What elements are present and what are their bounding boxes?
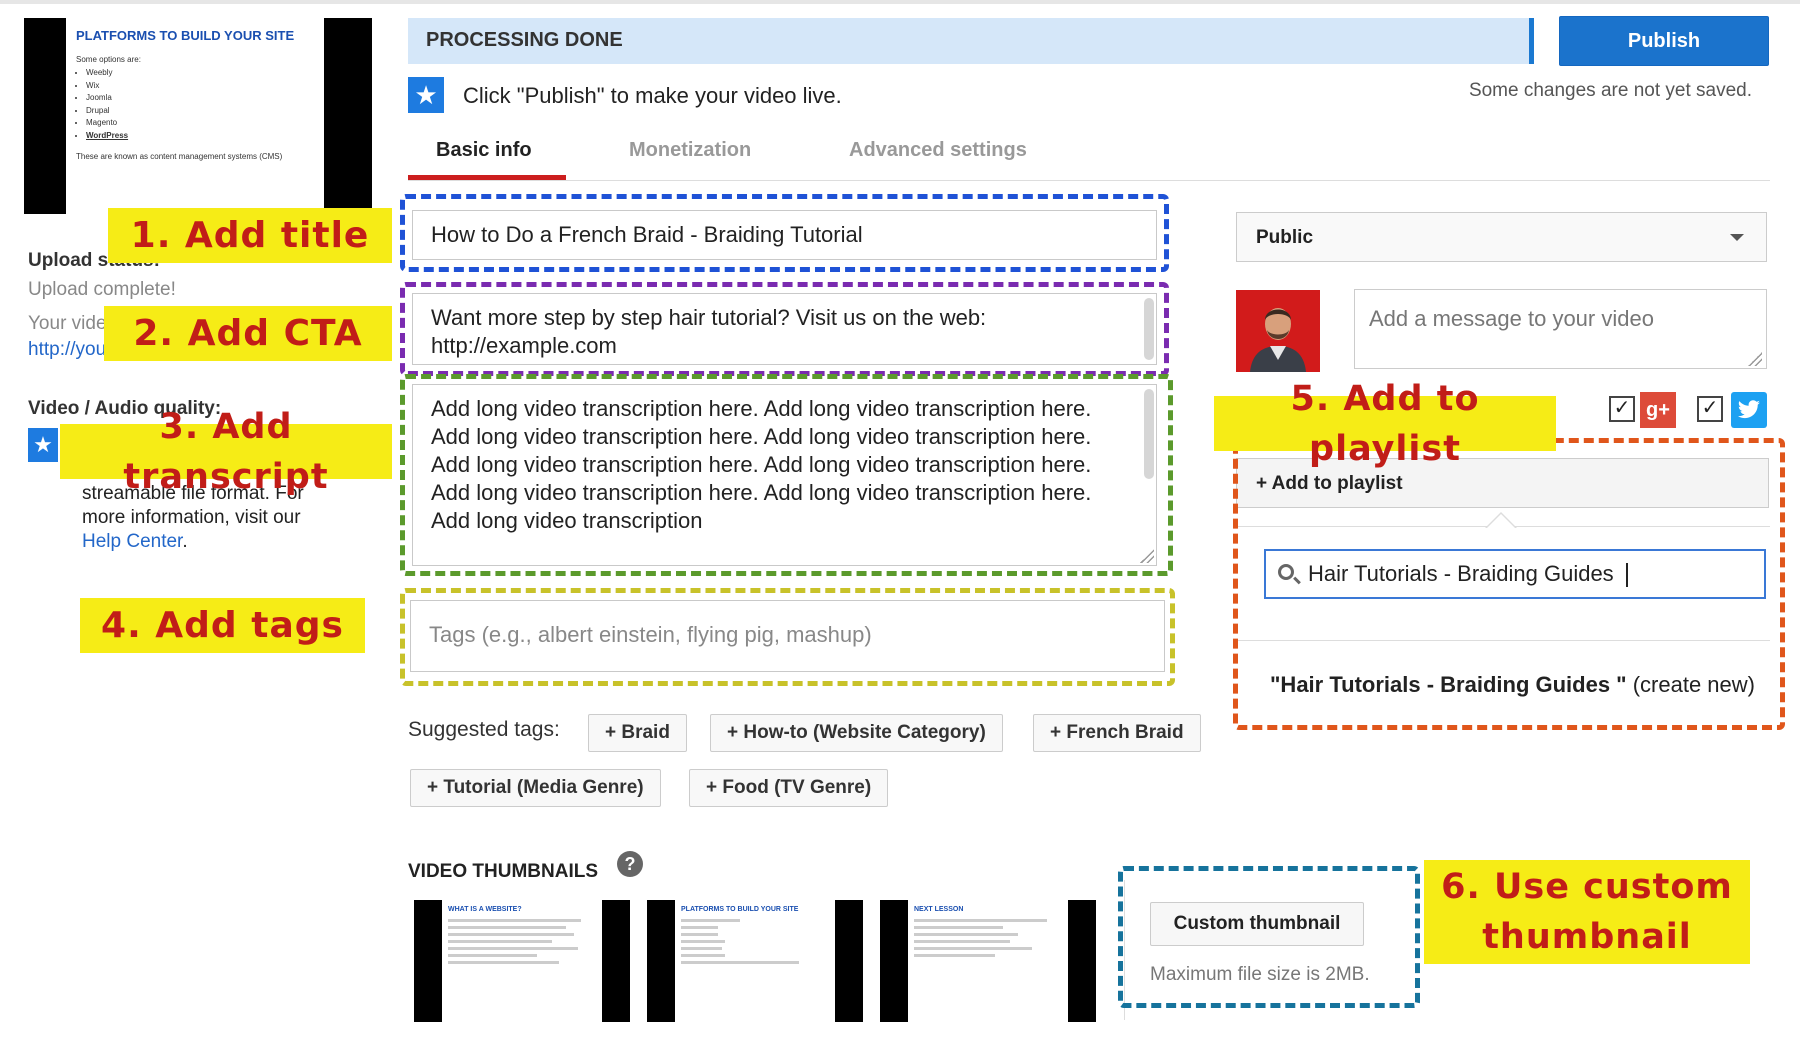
gplus-share-checkbox[interactable]: ✓ <box>1609 396 1635 422</box>
publish-hint: Click "Publish" to make your video live. <box>463 83 842 108</box>
help-center-link[interactable]: Help Center <box>82 531 182 552</box>
suggested-tag-button[interactable]: + Food (TV Genre) <box>689 769 889 807</box>
thumbnail-title: WHAT IS A WEBSITE? <box>448 906 522 913</box>
callout-add-to-playlist: 5. Add to playlist <box>1214 379 1556 469</box>
thumbnail-title: PLATFORMS TO BUILD YOUR SITE <box>681 906 799 913</box>
slide-list-item: Wix <box>86 80 314 93</box>
suggested-tags-label: Suggested tags: <box>408 718 560 741</box>
thumbnail-slide: PLATFORMS TO BUILD YOUR SITE <box>675 900 835 1022</box>
thumbnail-text-lines <box>448 919 596 964</box>
callout-add-tags: 4. Add tags <box>80 598 365 653</box>
help-center-line: Help Center. <box>82 530 304 554</box>
twitter-share-checkbox[interactable]: ✓ <box>1697 396 1723 422</box>
share-message-input[interactable]: Add a message to your video <box>1354 289 1767 369</box>
thumbnail-option[interactable]: NEXT LESSON <box>880 900 1096 1022</box>
tab-divider <box>408 180 1770 181</box>
suggested-tag-button[interactable]: + French Braid <box>1033 714 1201 752</box>
tab-basic-info[interactable]: Basic info <box>436 139 532 162</box>
publish-button[interactable]: Publish <box>1559 16 1769 66</box>
avatar-image <box>1236 290 1320 372</box>
privacy-select[interactable]: Public <box>1236 212 1767 262</box>
slide-list-item: WordPress <box>86 130 314 143</box>
thumbnail-slide: NEXT LESSON <box>908 900 1068 1022</box>
twitter-bird-glyph <box>1738 400 1760 419</box>
thumbnail-title: NEXT LESSON <box>914 906 964 913</box>
help-icon[interactable]: ? <box>617 851 643 877</box>
tags-highlight <box>400 588 1175 686</box>
star-icon: ★ <box>408 77 444 113</box>
slide-title: PLATFORMS TO BUILD YOUR SITE <box>76 28 295 43</box>
chevron-down-icon <box>1730 234 1744 241</box>
resize-handle-icon[interactable] <box>1748 352 1762 366</box>
star-icon: ★ <box>28 428 58 462</box>
your-video-text: Your vide <box>28 313 107 334</box>
callout-add-title: 1. Add title <box>108 208 392 263</box>
slide-subtitle: Some options are: <box>76 55 141 64</box>
callout-custom-thumbnail: 6. Use custom thumbnail <box>1424 860 1750 964</box>
suggested-tag-button[interactable]: + How-to (Website Category) <box>710 714 1003 752</box>
thumbnail-text-lines <box>681 919 829 964</box>
thumbnail-highlight <box>1118 866 1420 1008</box>
thumbnail-slide: WHAT IS A WEBSITE? <box>442 900 602 1022</box>
slide-list-item: Drupal <box>86 105 314 118</box>
suggested-tag-button[interactable]: + Braid <box>588 714 687 752</box>
preview-slide: PLATFORMS TO BUILD YOUR SITE Some option… <box>66 18 324 214</box>
processing-banner: PROCESSING DONE <box>408 18 1534 64</box>
cta-highlight <box>400 282 1169 376</box>
playlist-highlight <box>1233 438 1785 730</box>
title-highlight <box>400 194 1169 272</box>
google-plus-icon: g+ <box>1640 392 1676 428</box>
callout-add-cta: 2. Add CTA <box>104 306 392 361</box>
suggested-tag-button[interactable]: + Tutorial (Media Genre) <box>410 769 661 807</box>
slide-list-item: Joomla <box>86 92 314 105</box>
twitter-icon <box>1731 392 1767 428</box>
tab-advanced-settings[interactable]: Advanced settings <box>849 139 1027 162</box>
processing-status: PROCESSING DONE <box>426 29 623 51</box>
thumbnail-text-lines <box>914 919 1062 957</box>
thumbnail-option[interactable]: PLATFORMS TO BUILD YOUR SITE <box>647 900 863 1022</box>
transcript-highlight <box>400 374 1173 576</box>
video-link[interactable]: http://you <box>28 339 106 361</box>
slide-list-item: Magento <box>86 117 314 130</box>
slide-list-item: Weebly <box>86 67 314 80</box>
video-preview[interactable]: PLATFORMS TO BUILD YOUR SITE Some option… <box>24 18 372 214</box>
unsaved-notice: Some changes are not yet saved. <box>1468 80 1752 101</box>
avatar <box>1236 290 1320 372</box>
callout-add-transcript: 3. Add transcript <box>60 407 392 497</box>
quality-text-line: more information, visit our <box>82 507 301 528</box>
top-border <box>0 0 1800 4</box>
thumbnail-option[interactable]: WHAT IS A WEBSITE? <box>414 900 630 1022</box>
privacy-value: Public <box>1256 227 1314 248</box>
slide-note: These are known as content management sy… <box>76 152 283 161</box>
slide-list: Weebly Wix Joomla Drupal Magento WordPre… <box>76 67 314 142</box>
period: . <box>182 531 188 552</box>
upload-status-value: Upload complete! <box>28 279 176 300</box>
tab-monetization[interactable]: Monetization <box>629 139 751 162</box>
video-thumbnails-heading: VIDEO THUMBNAILS <box>408 861 598 882</box>
